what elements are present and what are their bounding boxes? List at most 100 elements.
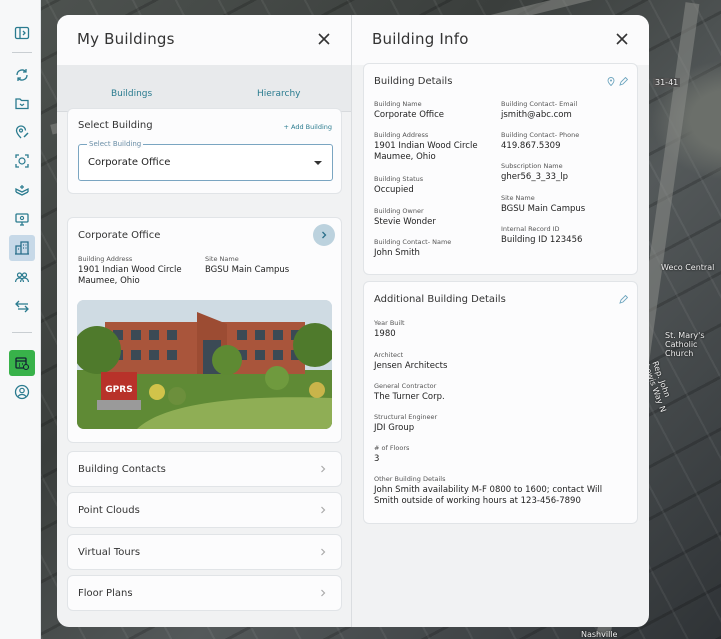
panel-header: Building Info [352,15,649,65]
building-name-field: Building Name Corporate Office [374,100,499,121]
field-label: Year Built [374,319,405,327]
scan-button[interactable] [9,148,35,174]
select-building-card: Select Building + Add Building Select Bu… [67,108,342,194]
field-label: # of Floors [374,444,410,452]
tab-buildings[interactable]: Buildings [111,89,152,99]
section-label: Building Contacts [78,464,166,475]
structural-engineer-field: Structural Engineer JDI Group [374,413,629,434]
open-building-button[interactable] [313,224,335,246]
number-of-floors-field: # of Floors 3 [374,444,629,465]
field-label: Building Owner [374,207,424,215]
location-pin-icon[interactable] [607,77,615,86]
field-value: 419.867.5309 [501,141,561,151]
select-value: Corporate Office [88,157,171,168]
chevron-right-icon [321,548,326,556]
sidebar-toggle-icon [14,26,30,40]
building-address-field: Building Address 1901 Indian Wood Circle… [78,255,203,287]
field-label: Site Name [501,194,535,202]
users-button[interactable] [9,264,35,290]
field-value: Building ID 123456 [501,235,583,245]
select-building-heading: Select Building [78,120,153,131]
field-label: Internal Record ID [501,225,560,233]
field-value: Corporate Office [374,110,445,120]
site-name-field: Site Name BGSU Main Campus [205,255,335,276]
field-label: Building Name [374,100,422,108]
field-value: gher56_3_33_lp [501,172,569,182]
map-label: 31-41 [653,78,681,87]
location-edit-icon [15,125,29,139]
building-contact-name-field: Building Contact- Name John Smith [374,238,499,259]
caret-down-icon [314,161,322,165]
sidebar-divider [12,52,32,53]
field-value: BGSU Main Campus [205,265,290,275]
field-label: General Contractor [374,382,437,390]
virtual-tours-section[interactable]: Virtual Tours [67,534,342,570]
field-label: Building Contact- Name [374,238,452,246]
field-value: BGSU Main Campus [501,204,586,214]
panel-header: My Buildings [57,15,351,65]
map-label: Weco Central [661,263,715,272]
building-details-card: Building Details Building Name Corporate… [363,63,638,275]
gprs-sign-text: GPRS [105,385,132,395]
map-layer-icon [15,185,29,196]
transfer-button[interactable] [9,292,35,318]
refresh-icon [16,69,28,81]
edit-pencil-icon[interactable] [619,295,628,304]
chevron-right-icon [322,231,327,239]
field-value: Occupied [374,185,414,195]
field-label: Building Address [374,131,429,139]
chevron-right-icon [321,465,326,473]
refresh-button[interactable] [9,62,35,88]
sidebar-toggle-button[interactable] [9,20,35,46]
left-toolbar [0,0,41,639]
internal-record-id-field: Internal Record ID Building ID 123456 [501,225,631,246]
field-label: Site Name [205,255,239,263]
floor-plans-section[interactable]: Floor Plans [67,575,342,611]
field-value: JDI Group [374,423,415,433]
building-photo: GPRS [77,300,332,429]
field-value: 3 [374,454,380,464]
panel-title: Building Info [372,30,469,48]
field-value: jsmith@abc.com [501,110,572,120]
close-icon[interactable] [317,32,331,46]
location-edit-button[interactable] [9,119,35,145]
building-owner-field: Building Owner Stevie Wonder [374,207,499,228]
field-value: 1901 Indian Wood Circle Maumee, Ohio [374,141,478,162]
building-details-heading: Building Details [374,76,453,87]
building-card: Corporate Office Building Address 1901 I… [67,217,342,443]
monitor-settings-button[interactable] [9,206,35,232]
section-label: Point Clouds [78,505,140,516]
building-info-panel: Building Info Building Details Building … [352,15,649,627]
field-value: John Smith availability M-F 0800 to 1600… [374,485,603,506]
section-label: Floor Plans [78,588,133,599]
tab-bar: Buildings Hierarchy [57,65,351,112]
calendar-app-icon [15,357,30,371]
building-contacts-section[interactable]: Building Contacts [67,451,342,487]
add-building-link[interactable]: + Add Building [283,123,332,131]
field-value: The Turner Corp. [374,392,445,402]
folder-button[interactable] [9,90,35,116]
general-contractor-field: General Contractor The Turner Corp. [374,382,629,403]
field-label: Architect [374,351,404,359]
building-status-field: Building Status Occupied [374,175,499,196]
sidebar-divider [12,332,32,333]
profile-icon [14,384,30,400]
field-label: Other Building Details [374,475,446,483]
map-label: St. Mary's Catholic Church [665,331,705,358]
calendar-app-button[interactable] [9,350,35,376]
map-layer-button[interactable] [9,177,35,203]
tab-hierarchy[interactable]: Hierarchy [257,89,301,99]
field-label: Building Status [374,175,424,183]
profile-button[interactable] [9,379,35,405]
point-clouds-section[interactable]: Point Clouds [67,492,342,528]
other-building-details-field: Other Building Details John Smith availa… [374,475,624,507]
additional-details-card: Additional Building Details Year Built 1… [363,281,638,524]
field-label: Structural Engineer [374,413,438,421]
additional-details-heading: Additional Building Details [374,294,506,305]
building-photo-illustration: GPRS [77,300,332,429]
building-select[interactable]: Select Building Corporate Office [78,140,333,181]
edit-pencil-icon[interactable] [619,77,628,86]
field-value: John Smith [374,248,420,258]
buildings-button[interactable] [9,235,35,261]
close-icon[interactable] [615,32,629,46]
